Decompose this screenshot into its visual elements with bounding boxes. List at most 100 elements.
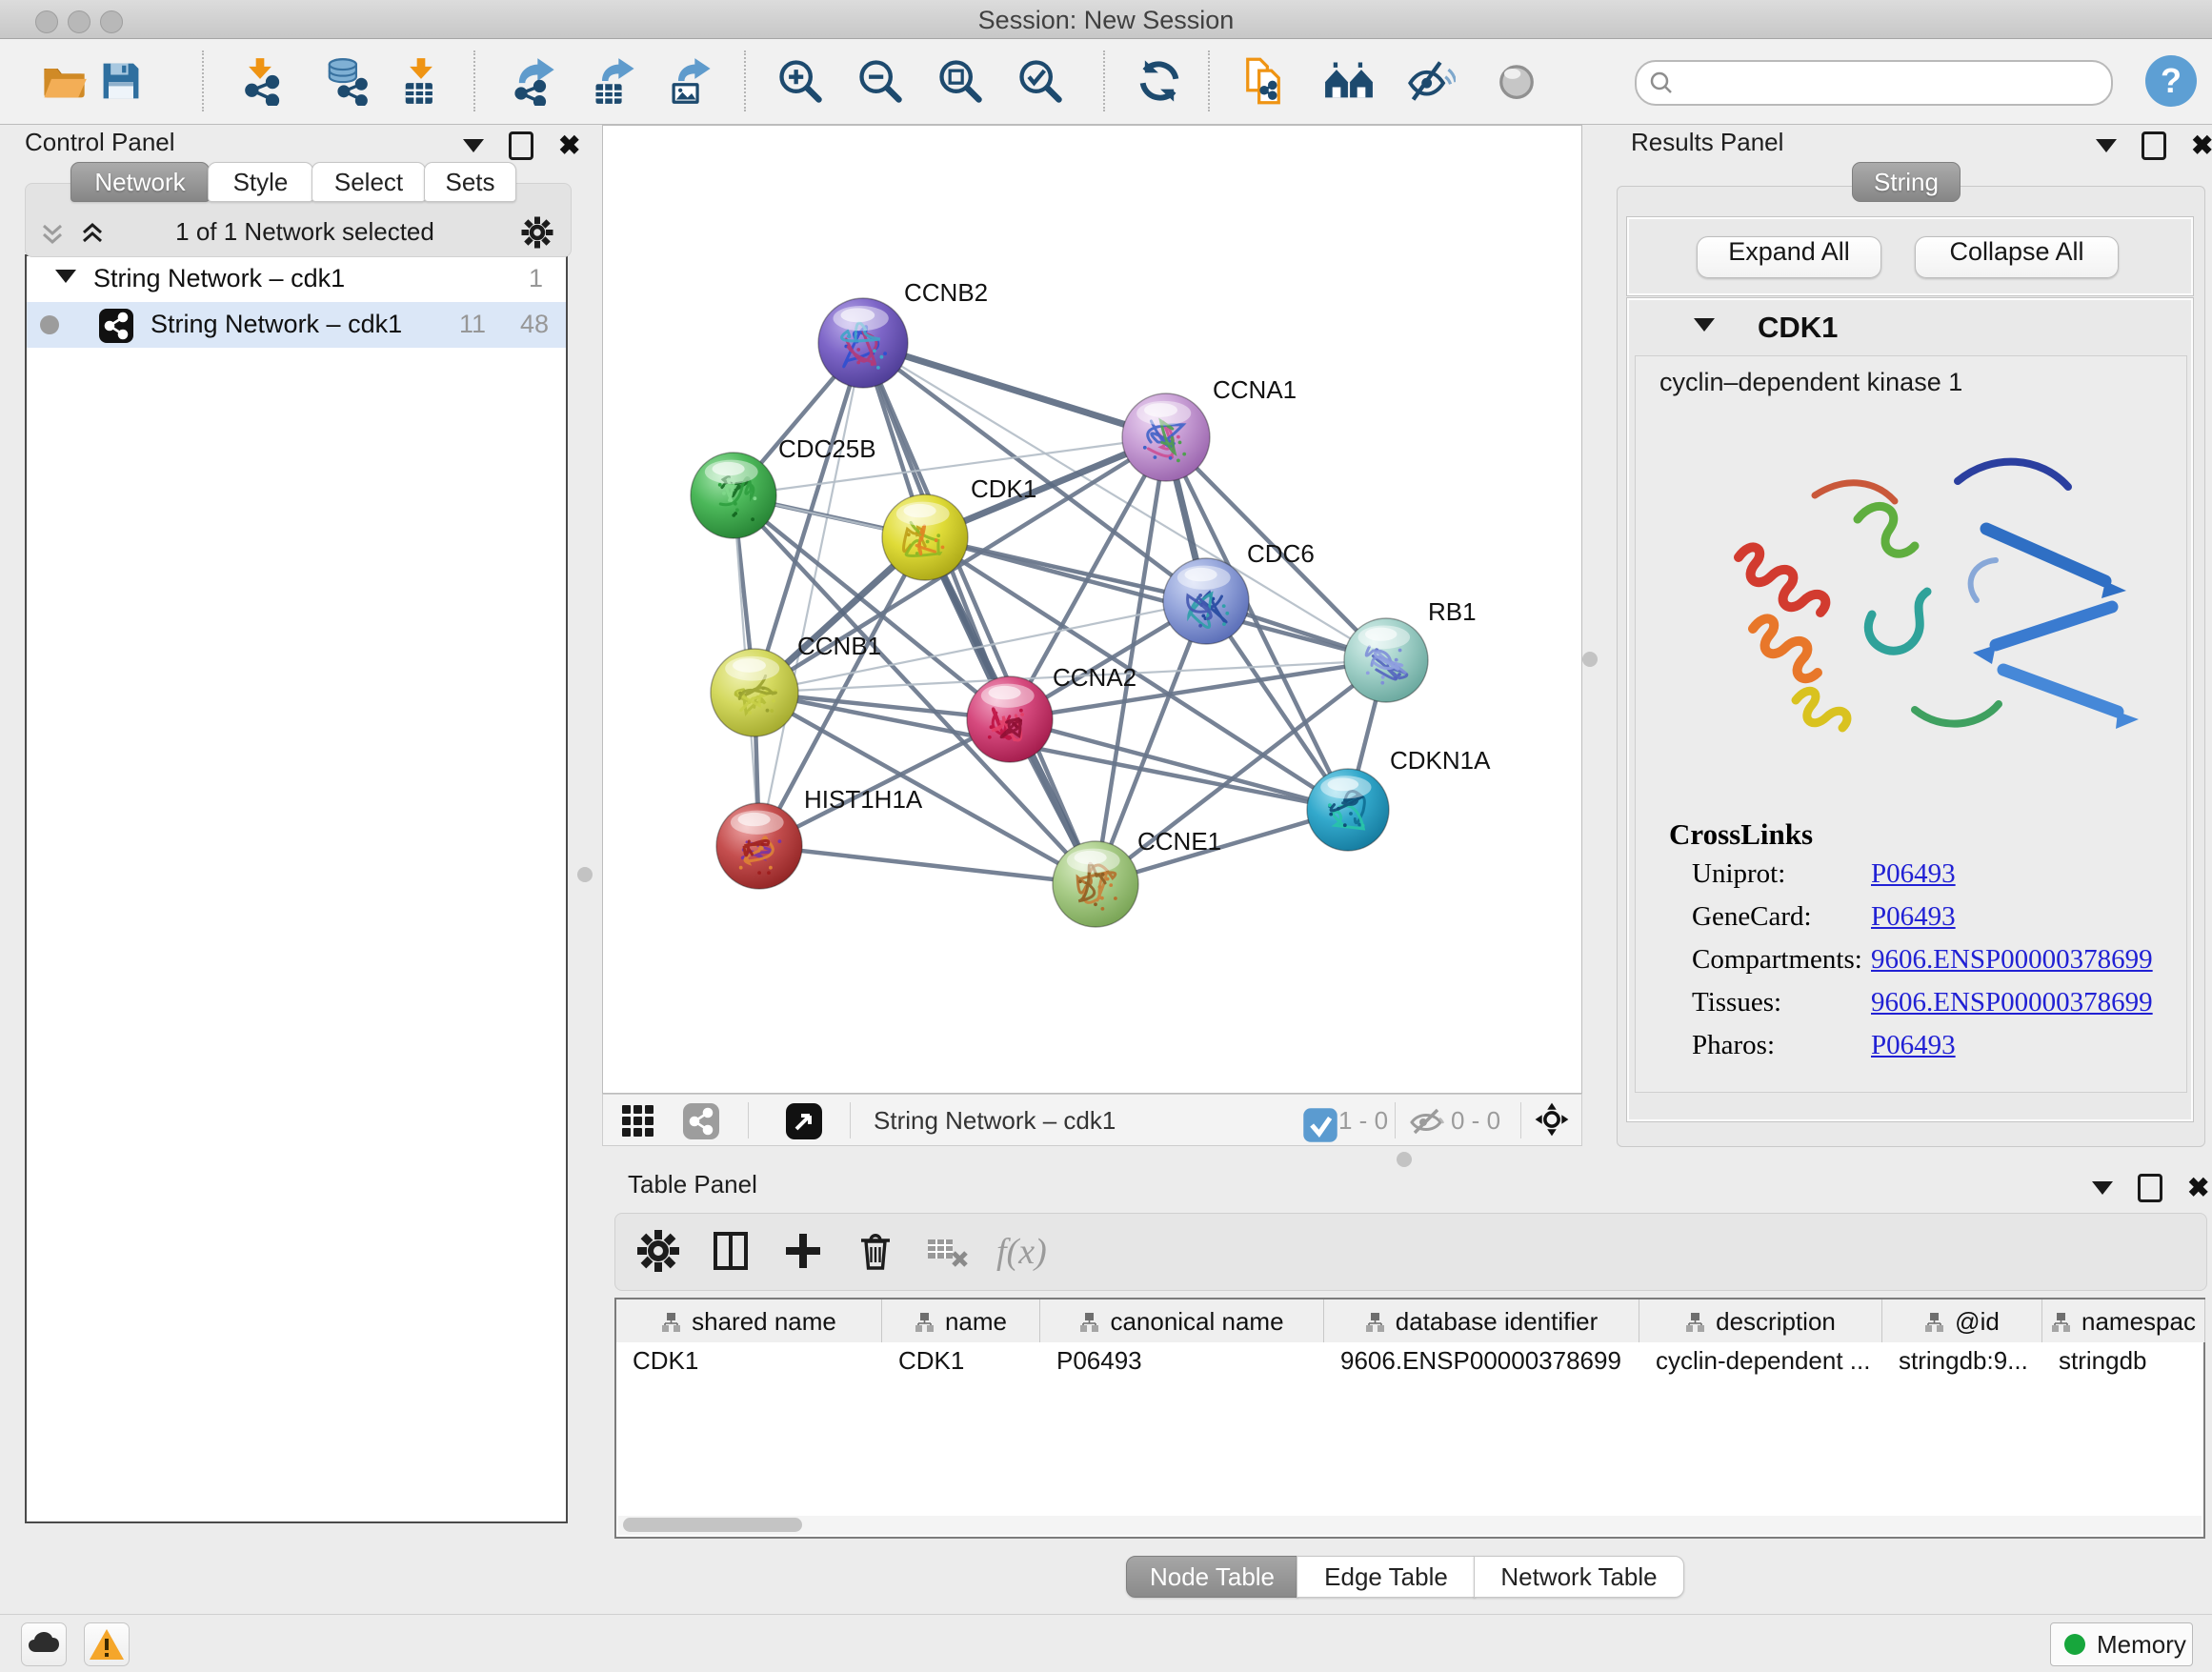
show-all-button[interactable] <box>1492 56 1541 106</box>
tab-node-table[interactable]: Node Table <box>1126 1556 1298 1598</box>
column-header-canonical-name[interactable]: canonical name <box>1040 1299 1324 1342</box>
network-view-canvas[interactable]: CCNB2CCNA1CDC25BCDK1CDC6RB1CCNB1CCNA2CDK… <box>602 125 1582 1094</box>
crosslink-link[interactable]: P06493 <box>1871 901 1956 933</box>
table-cell[interactable]: 9606.ENSP00000378699 <box>1324 1342 1639 1379</box>
tab-string[interactable]: String <box>1852 162 1961 202</box>
collapse-all-icon[interactable] <box>38 219 67 248</box>
string-view-icon[interactable] <box>683 1103 719 1139</box>
column-header--id[interactable]: @id <box>1882 1299 2042 1342</box>
table-cell[interactable]: P06493 <box>1040 1342 1324 1379</box>
horizontal-splitter-handle[interactable] <box>1397 1152 1412 1167</box>
delete-icon[interactable] <box>853 1228 898 1274</box>
warning-icon <box>88 1625 126 1663</box>
crosslink-link[interactable]: 9606.ENSP00000378699 <box>1871 987 2153 1018</box>
grid-view-icon[interactable] <box>620 1103 656 1139</box>
right-splitter-handle[interactable] <box>1582 652 1598 667</box>
selected-checkbox-icon[interactable] <box>1302 1107 1331 1136</box>
float-panel-icon[interactable] <box>509 131 533 160</box>
fit-selected-crosshair-icon[interactable] <box>1534 1101 1574 1141</box>
collapse-panel-icon[interactable] <box>463 139 484 152</box>
network-node-CCNE1[interactable] <box>1053 841 1138 927</box>
hide-selected-button[interactable] <box>1406 56 1456 106</box>
network-node-CDC6[interactable] <box>1163 558 1249 644</box>
export-table-button[interactable] <box>590 56 639 106</box>
tab-style[interactable]: Style <box>208 162 313 202</box>
zoom-out-button[interactable] <box>855 56 905 106</box>
collapse-all-button[interactable]: Collapse All <box>1915 236 2119 278</box>
tab-network-table[interactable]: Network Table <box>1474 1556 1684 1598</box>
open-session-button[interactable] <box>39 56 89 106</box>
table-settings-gear-icon[interactable] <box>635 1228 681 1274</box>
import-table-from-file-button[interactable] <box>396 56 446 106</box>
open-in-new-window-icon[interactable] <box>786 1103 822 1139</box>
apply-layout-button[interactable] <box>1135 56 1184 106</box>
zoom-fit-button[interactable] <box>935 56 985 106</box>
delete-table-icon[interactable] <box>925 1228 971 1274</box>
network-node-CCNA1[interactable] <box>1122 393 1210 481</box>
crosslink-link[interactable]: P06493 <box>1871 858 1956 890</box>
column-header-name[interactable]: name <box>882 1299 1040 1342</box>
node-label-CDK1: CDK1 <box>971 474 1036 503</box>
network-node-CCNB1[interactable] <box>711 649 798 736</box>
close-panel-icon[interactable]: ✖ <box>558 134 580 157</box>
copy-documents-button[interactable] <box>1238 56 1288 106</box>
tab-network[interactable]: Network <box>70 162 210 202</box>
network-node-RB1[interactable] <box>1344 618 1428 702</box>
expand-all-button[interactable]: Expand All <box>1697 236 1881 278</box>
network-options-gear-icon[interactable] <box>520 215 554 250</box>
float-panel-icon[interactable] <box>2142 131 2166 160</box>
import-network-from-database-button[interactable] <box>320 56 370 106</box>
close-panel-icon[interactable]: ✖ <box>2187 1177 2209 1199</box>
network-tree-row-selected[interactable]: String Network – cdk1 11 48 <box>27 302 566 348</box>
search-input[interactable] <box>1635 60 2113 106</box>
left-splitter-handle[interactable] <box>577 867 593 882</box>
select-columns-icon[interactable] <box>708 1228 754 1274</box>
network-node-CCNB2[interactable] <box>818 298 908 388</box>
tab-select[interactable]: Select <box>312 162 426 202</box>
table-horizontal-scrollbar[interactable] <box>618 1516 2202 1535</box>
table-cell[interactable]: stringdb <box>2042 1342 2205 1379</box>
table-cell[interactable]: CDK1 <box>882 1342 1040 1379</box>
network-node-HIST1H1A[interactable] <box>716 803 802 889</box>
collapse-panel-icon[interactable] <box>2096 139 2117 152</box>
close-panel-icon[interactable]: ✖ <box>2191 134 2212 157</box>
tab-edge-table[interactable]: Edge Table <box>1297 1556 1476 1598</box>
table-cell[interactable]: CDK1 <box>616 1342 882 1379</box>
column-header-description[interactable]: description <box>1639 1299 1882 1342</box>
zoom-selected-button[interactable] <box>1016 56 1065 106</box>
gene-expander-icon[interactable] <box>1694 318 1715 332</box>
export-image-button[interactable] <box>666 56 715 106</box>
column-header-database-identifier[interactable]: database identifier <box>1324 1299 1639 1342</box>
export-network-button[interactable] <box>509 56 558 106</box>
import-network-from-file-button[interactable] <box>235 56 285 106</box>
column-header-shared-name[interactable]: shared name <box>616 1299 882 1342</box>
network-tree-root-row[interactable]: String Network – cdk1 1 <box>27 256 566 302</box>
window-titlebar[interactable]: Session: New Session <box>0 0 2212 39</box>
crosslink-link[interactable]: 9606.ENSP00000378699 <box>1871 944 2153 976</box>
network-node-CDK1[interactable] <box>882 494 968 580</box>
table-cell[interactable]: stringdb:9... <box>1882 1342 2042 1379</box>
hidden-eye-icon[interactable] <box>1408 1103 1444 1139</box>
zoom-in-button[interactable] <box>775 56 825 106</box>
cloud-status-button[interactable] <box>21 1622 67 1666</box>
tree-expander-icon[interactable] <box>55 270 76 283</box>
save-session-button[interactable] <box>96 56 146 106</box>
node-table[interactable]: shared namenamecanonical namedatabase id… <box>614 1298 2205 1539</box>
collapse-panel-icon[interactable] <box>2092 1181 2113 1195</box>
column-header-namespac[interactable]: namespac <box>2042 1299 2205 1342</box>
help-button[interactable]: ? <box>2145 55 2197 107</box>
function-builder-icon[interactable]: f(x) <box>996 1231 1047 1273</box>
warning-status-button[interactable] <box>84 1622 130 1666</box>
network-node-CDC25B[interactable] <box>691 453 776 538</box>
expand-all-icon[interactable] <box>78 219 107 248</box>
network-node-CDKN1A[interactable] <box>1307 769 1389 851</box>
table-cell[interactable]: cyclin-dependent ... <box>1639 1342 1882 1379</box>
float-panel-icon[interactable] <box>2138 1174 2162 1202</box>
memory-button[interactable]: Memory <box>2050 1622 2193 1666</box>
crosslink-link[interactable]: P06493 <box>1871 1030 1956 1061</box>
tab-sets[interactable]: Sets <box>424 162 516 202</box>
add-icon[interactable] <box>780 1228 826 1274</box>
network-node-CCNA2[interactable] <box>967 676 1053 762</box>
scrollbar-thumb[interactable] <box>623 1518 802 1532</box>
first-neighbors-button[interactable] <box>1324 56 1374 106</box>
